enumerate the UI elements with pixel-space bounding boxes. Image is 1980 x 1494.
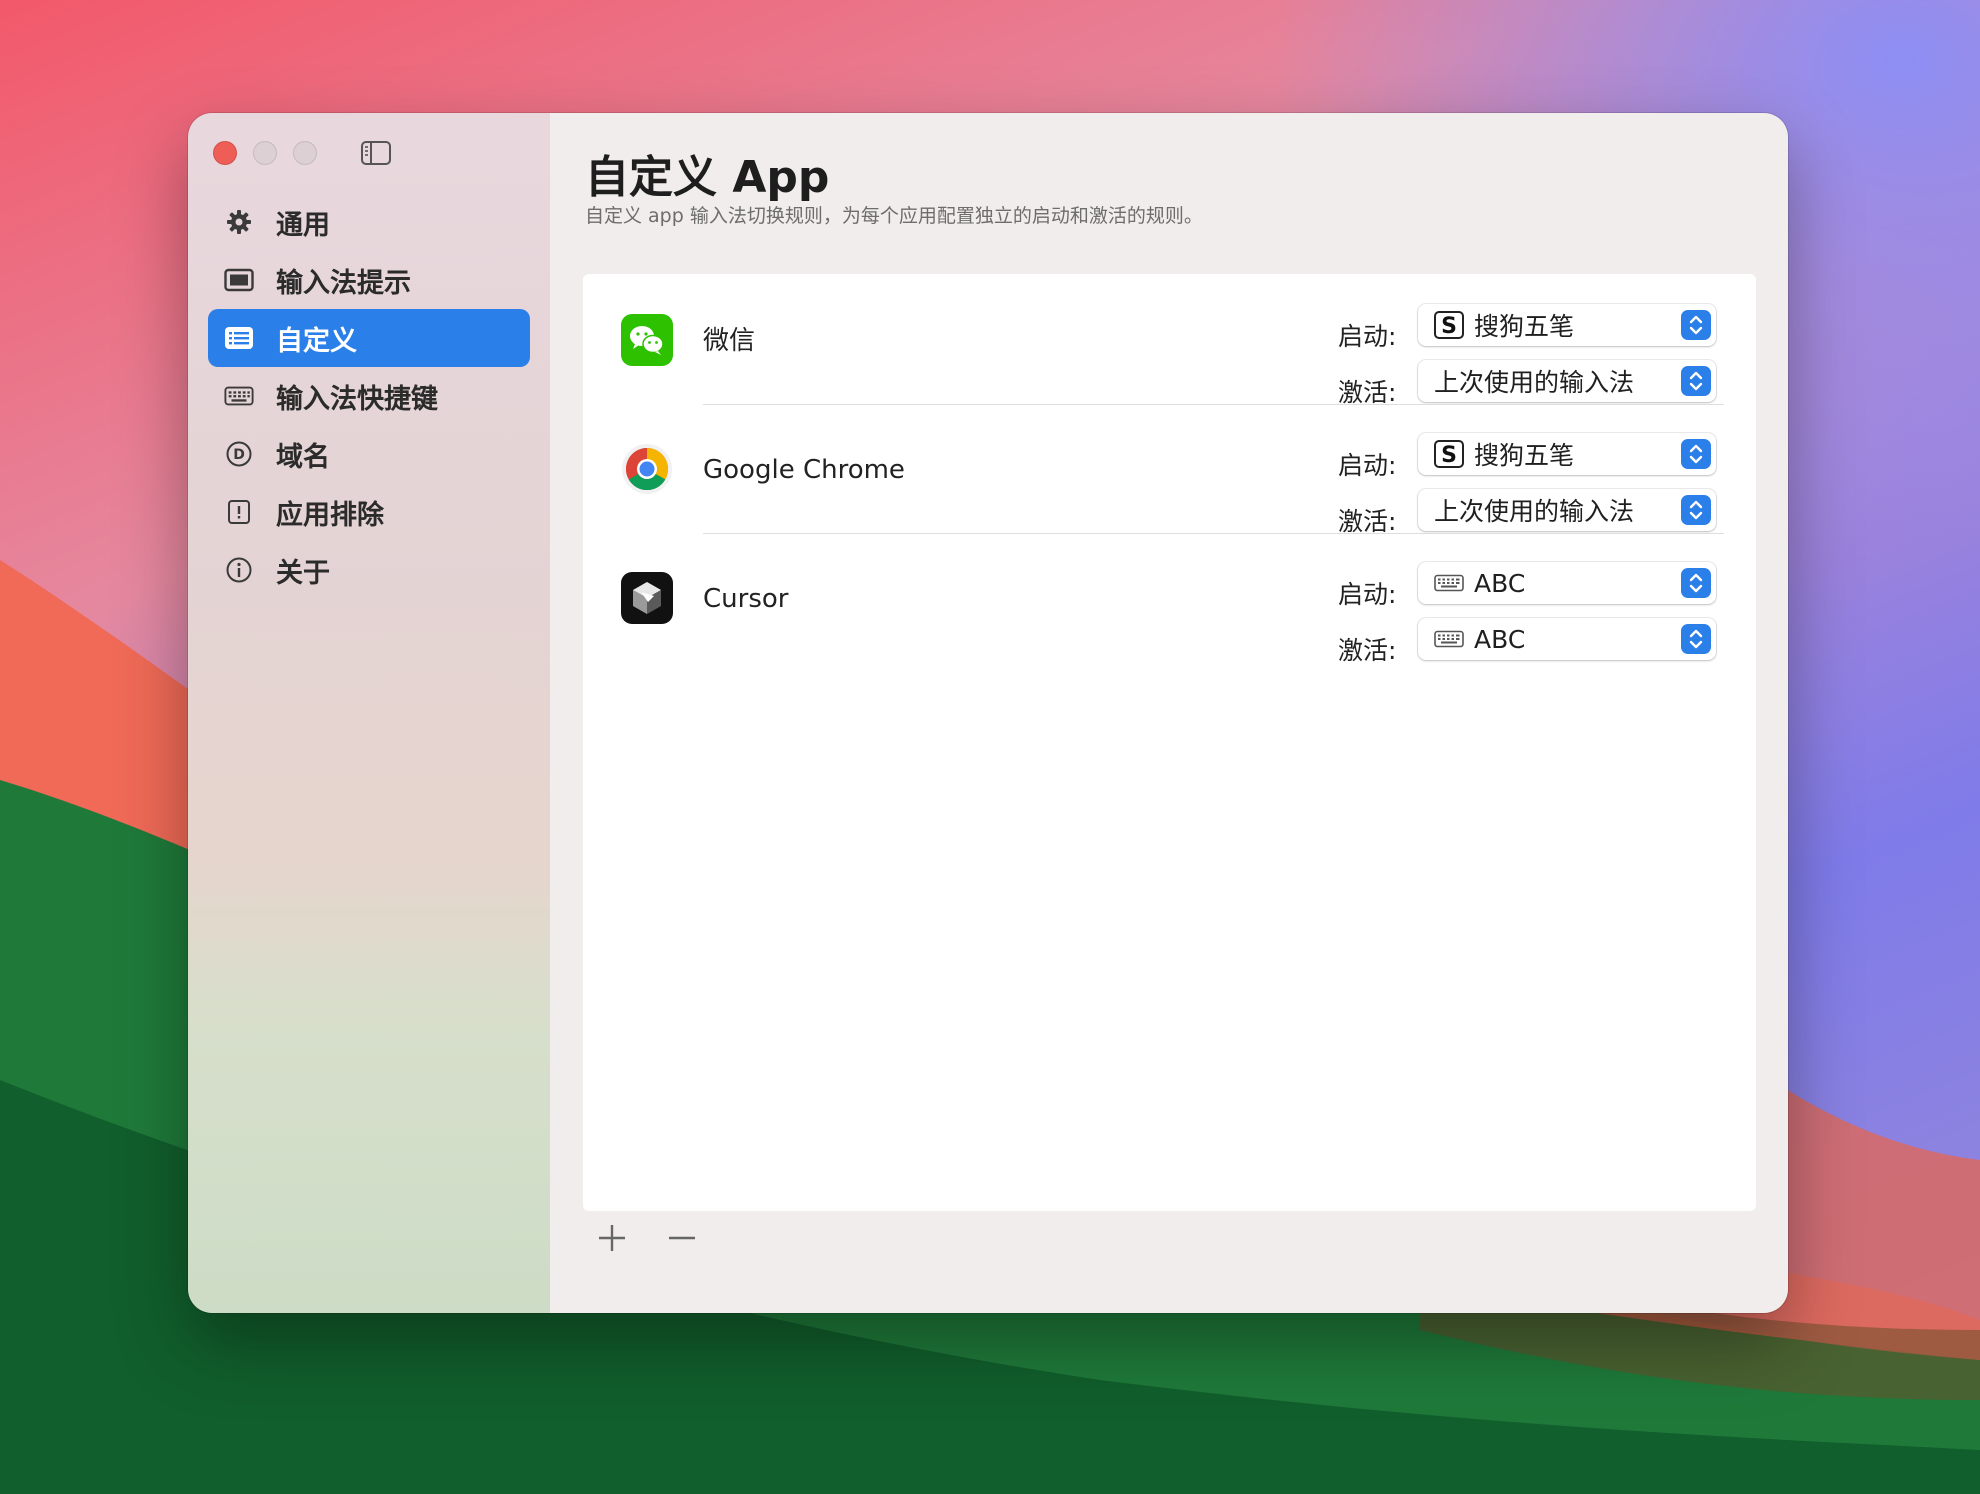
- window-controls: [213, 141, 317, 165]
- sidebar-item-label: 输入法提示: [276, 267, 411, 299]
- select-value: 搜狗五笔: [1474, 441, 1575, 470]
- launch-label: 启动:: [1338, 580, 1397, 609]
- launch-label: 启动:: [1338, 451, 1397, 480]
- main-content: 自定义 App 自定义 app 输入法切换规则，为每个应用配置独立的启动和激活的…: [550, 113, 1788, 1313]
- zoom-window-button[interactable]: [293, 141, 317, 165]
- sidebar-item-label: 应用排除: [276, 499, 384, 531]
- row-divider: [703, 533, 1724, 534]
- sidebar-item-general[interactable]: 通用: [208, 193, 530, 251]
- app-name: Cursor: [703, 584, 789, 614]
- list-item[interactable]: 微信 启动: S 搜狗五笔 激活: 上次使用的输入法: [583, 277, 1756, 407]
- sogou-icon: S: [1434, 440, 1464, 468]
- activate-label: 激活:: [1338, 636, 1397, 665]
- select-value: ABC: [1474, 568, 1526, 598]
- sidebar-item-label: 输入法快捷键: [276, 383, 438, 415]
- cursor-app-icon: [621, 572, 673, 624]
- list-item[interactable]: Cursor 启动: ABC 激活: ABC: [583, 535, 1756, 665]
- sidebar-item-shortcuts[interactable]: 输入法快捷键: [208, 367, 530, 425]
- select-value: 上次使用的输入法: [1434, 368, 1635, 397]
- app-name: Google Chrome: [703, 455, 905, 485]
- app-window: 通用 输入法提示 自定义 输入法快捷键 D 域名 应用排除 关于 自定义 App…: [188, 113, 1788, 1313]
- select-value: 搜狗五笔: [1474, 312, 1575, 341]
- sidebar-item-exclude[interactable]: 应用排除: [208, 483, 530, 541]
- info-icon: [224, 555, 254, 585]
- chevron-up-down-icon: [1681, 366, 1711, 396]
- activate-input-method-select[interactable]: 上次使用的输入法: [1418, 489, 1716, 531]
- list-icon: [224, 323, 254, 353]
- close-window-button[interactable]: [213, 141, 237, 165]
- plus-icon: [599, 1225, 625, 1251]
- chevron-up-down-icon: [1681, 568, 1711, 598]
- display-icon: [224, 265, 254, 295]
- add-app-button[interactable]: [592, 1218, 632, 1258]
- chevron-up-down-icon: [1681, 624, 1711, 654]
- minimize-window-button[interactable]: [253, 141, 277, 165]
- chevron-up-down-icon: [1681, 310, 1711, 340]
- wechat-icon: [621, 314, 673, 366]
- page-subtitle: 自定义 app 输入法切换规则，为每个应用配置独立的启动和激活的规则。: [585, 205, 1203, 227]
- remove-app-button[interactable]: [662, 1218, 702, 1258]
- activate-input-method-select[interactable]: 上次使用的输入法: [1418, 360, 1716, 402]
- sidebar-item-about[interactable]: 关于: [208, 541, 530, 599]
- sidebar-item-label: 关于: [276, 557, 330, 589]
- gear-icon: [224, 207, 254, 237]
- sidebar-item-label: 通用: [276, 209, 330, 241]
- sidebar-item-custom[interactable]: 自定义: [208, 309, 530, 367]
- minus-icon: [669, 1236, 695, 1240]
- exclamation-icon: [224, 497, 254, 527]
- launch-input-method-select[interactable]: ABC: [1418, 562, 1716, 604]
- svg-text:S: S: [1441, 443, 1457, 468]
- launch-label: 启动:: [1338, 322, 1397, 351]
- sidebar-item-input-hint[interactable]: 输入法提示: [208, 251, 530, 309]
- select-value: ABC: [1474, 624, 1526, 654]
- sidebar-item-domain[interactable]: D 域名: [208, 425, 530, 483]
- app-rules-list: 微信 启动: S 搜狗五笔 激活: 上次使用的输入法 Google Chrome…: [583, 274, 1756, 1211]
- svg-text:D: D: [233, 447, 245, 463]
- activate-input-method-select[interactable]: ABC: [1418, 618, 1716, 660]
- list-item[interactable]: Google Chrome 启动: S 搜狗五笔 激活: 上次使用的输入法: [583, 406, 1756, 536]
- svg-text:S: S: [1441, 314, 1457, 339]
- chrome-icon: [621, 443, 673, 495]
- launch-input-method-select[interactable]: S 搜狗五笔: [1418, 433, 1716, 475]
- sidebar-item-label: 自定义: [276, 325, 357, 357]
- app-name: 微信: [703, 326, 756, 356]
- domain-icon: D: [224, 439, 254, 469]
- sidebar-toggle-icon[interactable]: [360, 139, 392, 167]
- sogou-icon: S: [1434, 311, 1464, 339]
- keyboard-icon: [1434, 574, 1464, 592]
- keyboard-icon: [1434, 630, 1464, 648]
- chevron-up-down-icon: [1681, 439, 1711, 469]
- launch-input-method-select[interactable]: S 搜狗五笔: [1418, 304, 1716, 346]
- keyboard-icon: [224, 381, 254, 411]
- sidebar: 通用 输入法提示 自定义 输入法快捷键 D 域名 应用排除 关于: [188, 113, 551, 1313]
- sidebar-item-label: 域名: [276, 441, 330, 473]
- chevron-up-down-icon: [1681, 495, 1711, 525]
- page-title: 自定义 App: [585, 152, 830, 203]
- row-divider: [703, 404, 1724, 405]
- sidebar-nav: 通用 输入法提示 自定义 输入法快捷键 D 域名 应用排除 关于: [208, 193, 530, 599]
- select-value: 上次使用的输入法: [1434, 497, 1635, 526]
